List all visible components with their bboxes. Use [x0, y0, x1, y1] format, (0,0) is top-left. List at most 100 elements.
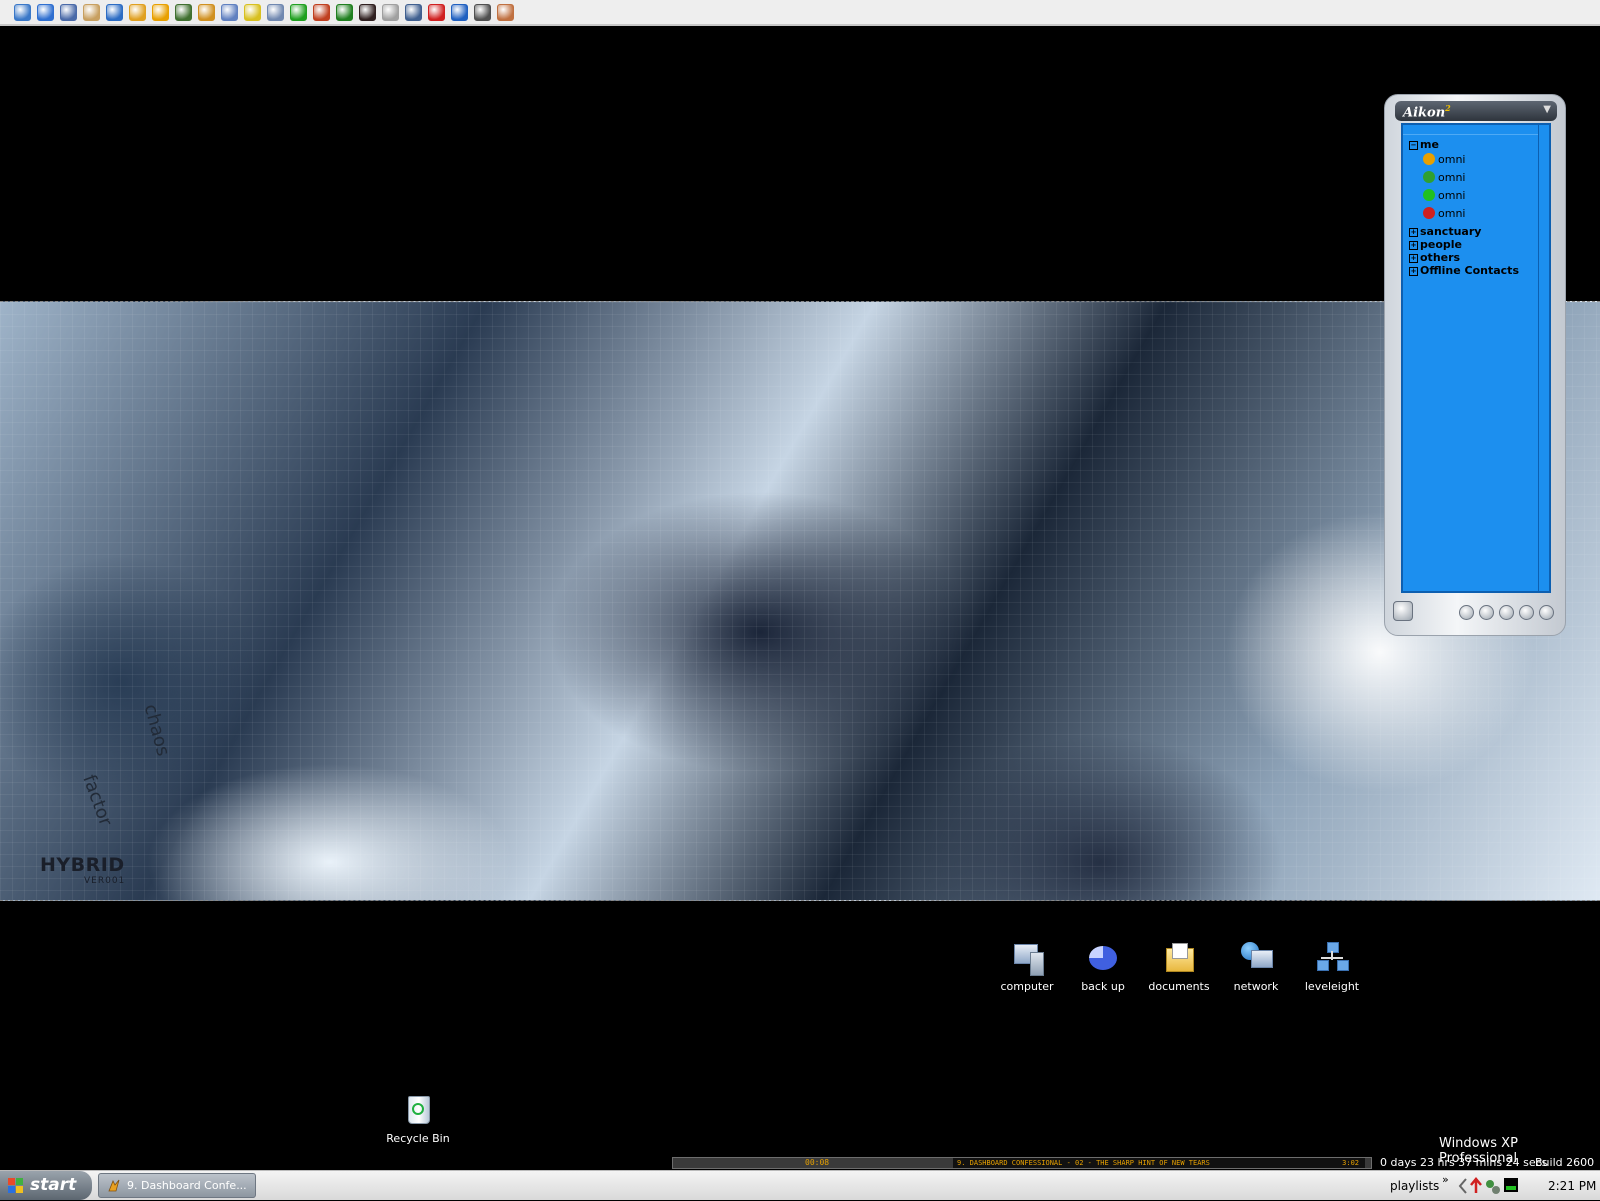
system-tray: [1458, 1175, 1530, 1197]
taskbar-item-label: 9. Dashboard Confe...: [127, 1179, 247, 1192]
chat-status-icon[interactable]: [1499, 605, 1514, 620]
aikon-contact-list: − me omni omni omni omni + sanctuary + people + oth…: [1401, 123, 1551, 593]
desktop-icon-recycle-bin[interactable]: Recycle Bin: [376, 1092, 460, 1145]
quicklaunch-icon-15[interactable]: [336, 3, 353, 21]
tray-network-icon[interactable]: [1486, 1180, 1500, 1194]
recycle-bin-icon: [401, 1092, 435, 1126]
desktop-icon-network[interactable]: network: [1214, 940, 1298, 993]
desktop-icon-computer[interactable]: computer: [985, 940, 1069, 993]
desktop-icon-documents[interactable]: documents: [1137, 940, 1221, 993]
quicklaunch-icon-13[interactable]: [290, 3, 307, 21]
desktop-icon-label: computer: [1000, 980, 1054, 993]
contact-group[interactable]: + sanctuary: [1409, 225, 1481, 238]
contact-label: omni: [1438, 189, 1466, 202]
yahoo-icon: [1423, 207, 1435, 219]
expand-icon[interactable]: +: [1409, 228, 1418, 237]
toolbar-chevron-icon[interactable]: »: [1442, 1173, 1449, 1186]
outlook-icon[interactable]: [106, 3, 123, 21]
start-label: start: [30, 1175, 77, 1195]
quick-launch-toolbar: [0, 0, 1600, 26]
contact-group[interactable]: + others: [1409, 251, 1460, 264]
playlists-toolbar-label[interactable]: playlists: [1390, 1179, 1439, 1193]
aikon-list-toolbar: [1403, 125, 1549, 135]
yahoo-status-icon[interactable]: [1539, 605, 1554, 620]
quicklaunch-icon-18[interactable]: [405, 3, 422, 21]
aim-icon[interactable]: [152, 3, 169, 21]
quicklaunch-icon-19[interactable]: [428, 3, 445, 21]
desktop-icon-label: back up: [1081, 980, 1125, 993]
aikon-options-icon[interactable]: [1393, 601, 1413, 621]
winamp-elapsed-time: 00:08: [805, 1158, 830, 1167]
contact-label: omni: [1438, 207, 1466, 220]
internet-explorer-icon[interactable]: [37, 3, 54, 21]
tray-arrow-icon[interactable]: [1470, 1177, 1482, 1193]
clock[interactable]: 2:21 PM: [1548, 1179, 1596, 1193]
taskbar: start 9. Dashboard Confe... playlists » …: [0, 1170, 1600, 1200]
network-tool-icon[interactable]: [175, 3, 192, 21]
tray-back-icon[interactable]: [1458, 1178, 1467, 1194]
quicklaunch-icon-12[interactable]: [267, 3, 284, 21]
wallpaper-text-chaos: chaos: [139, 702, 174, 759]
start-button[interactable]: start: [0, 1171, 92, 1200]
msn-status-icon[interactable]: [1519, 605, 1534, 620]
wallpaper-text-factor: factor: [78, 772, 117, 829]
expand-icon[interactable]: +: [1409, 267, 1418, 276]
contact-group[interactable]: − me: [1409, 138, 1439, 151]
winamp-track-display: 9. DASHBOARD CONFESSIONAL - 02 - THE SHA…: [953, 1158, 1365, 1168]
quicklaunch-icon-21[interactable]: [474, 3, 491, 21]
contact-label: omni: [1438, 171, 1466, 184]
quicklaunch-icon-22[interactable]: [497, 3, 514, 21]
uptime-text: 0 days 23 hrs 37 mins 24 secs: [1380, 1156, 1548, 1169]
quicklaunch-icon-3[interactable]: [60, 3, 77, 21]
expand-icon[interactable]: +: [1409, 241, 1418, 250]
quicklaunch-icon-16[interactable]: [359, 3, 376, 21]
contact-group-label: people: [1420, 238, 1462, 251]
quicklaunch-icon-4[interactable]: [83, 3, 100, 21]
collapse-icon[interactable]: −: [1409, 141, 1418, 150]
quicklaunch-icon-1[interactable]: [14, 3, 31, 21]
documents-folder-icon: [1162, 940, 1196, 974]
quicklaunch-icon-10[interactable]: [221, 3, 238, 21]
icq-icon: [1423, 189, 1435, 201]
aikon-scrollbar[interactable]: [1538, 125, 1549, 591]
expand-icon[interactable]: +: [1409, 254, 1418, 263]
taskbar-item-winamp[interactable]: 9. Dashboard Confe...: [98, 1173, 256, 1198]
contact-item[interactable]: omni: [1423, 171, 1465, 184]
contact-group-label: Offline Contacts: [1420, 264, 1519, 277]
contact-group-label: me: [1420, 138, 1439, 151]
contact-item[interactable]: omni: [1423, 207, 1465, 220]
winamp-player[interactable]: 00:08 9. DASHBOARD CONFESSIONAL - 02 - T…: [672, 1157, 1372, 1169]
aikon-menu-icon[interactable]: ▼: [1543, 104, 1551, 115]
backup-icon: [1086, 940, 1120, 974]
winamp-icon: [108, 1179, 120, 1192]
contact-group[interactable]: + people: [1409, 238, 1462, 251]
desktop-icon-backup[interactable]: back up: [1061, 940, 1145, 993]
contact-group-label: sanctuary: [1420, 225, 1482, 238]
desktop-icon-label: leveleight: [1304, 980, 1360, 993]
desktop-icon-label: documents: [1148, 980, 1210, 993]
tray-monitor-icon[interactable]: [1504, 1178, 1518, 1192]
contact-item[interactable]: omni: [1423, 189, 1465, 202]
icq-status-icon[interactable]: [1479, 605, 1494, 620]
media-player-icon[interactable]: [129, 3, 146, 21]
quicklaunch-icon-17[interactable]: [382, 3, 399, 21]
network-icon: [1239, 940, 1273, 974]
quicklaunch-icon-11[interactable]: [244, 3, 261, 21]
contact-group[interactable]: + Offline Contacts: [1409, 264, 1519, 277]
aim-status-icon[interactable]: [1459, 605, 1474, 620]
contact-item[interactable]: omni: [1423, 153, 1465, 166]
contact-label: omni: [1438, 153, 1466, 166]
wallpaper-version: VER001: [84, 876, 126, 886]
desktop-icon-leveleight[interactable]: leveleight: [1290, 940, 1374, 993]
aikon-title-bar[interactable]: Aikon2 ▼: [1395, 101, 1557, 121]
quicklaunch-icon-14[interactable]: [313, 3, 330, 21]
aikon-bottom-bar: [1393, 599, 1559, 625]
aikon-window: Aikon2 ▼ − me omni omni omni omni + sanctuary + p…: [1384, 94, 1566, 636]
aim-icon: [1423, 153, 1435, 165]
aikon-title: Aikon2: [1403, 103, 1451, 121]
desktop-icon-label: network: [1233, 980, 1279, 993]
quicklaunch-icon-9[interactable]: [198, 3, 215, 21]
wallpaper: chaos factor HYBRID VER001: [0, 301, 1600, 901]
quicklaunch-icon-20[interactable]: [451, 3, 468, 21]
winamp-track-length: 3:02: [1342, 1159, 1359, 1167]
